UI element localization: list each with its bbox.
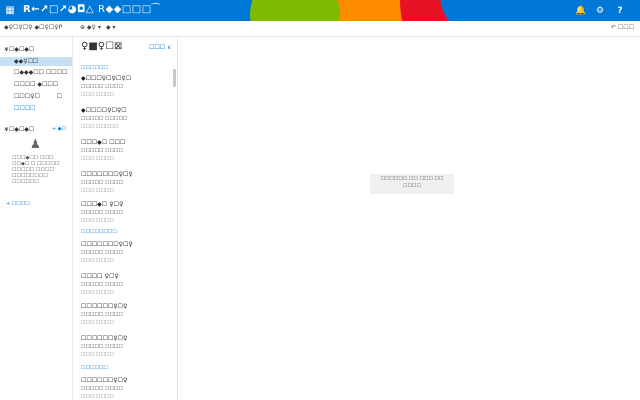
message-preview: ☐☐☐ ☐☐☐☐ (81, 320, 114, 326)
folder-item[interactable]: ☐☐☐☐ ◆☐☐☐ (0, 80, 72, 89)
message-preview: ☐☐☐ ☐☐☐☐ (81, 258, 114, 264)
empty-reading-message: ☐☐☐☐☐☐ ☐☐ ☐☐☐ ☐☐ ☐☐☐☐ (370, 174, 454, 194)
message-sender: ◆☐☐☐☐♀☐♀☐ (81, 107, 127, 114)
folder-label: ☐☐☐☐ ◆☐☐☐ (14, 81, 59, 88)
message-item[interactable]: ☐☐☐☐☐☐☐♀☐♀ ☐☐☐☐☐ ☐☐☐☐ ☐☐☐ ☐☐☐☐ (73, 171, 177, 202)
message-preview: ☐☐☐ ☐☐☐☐☐ (81, 124, 119, 130)
decor-arc-green (250, 0, 340, 21)
message-subject: ☐☐☐☐☐ ☐☐☐☐ (81, 386, 123, 392)
groups-header[interactable]: ∨☐◆☐◆☐ (4, 126, 34, 133)
reading-pane (178, 37, 640, 400)
mark-button[interactable]: ◆ ▾ (106, 24, 116, 31)
folder-item[interactable]: ☐☐☐☐ (0, 104, 72, 113)
message-preview: ☐☐☐ ☐☐☐☐ (81, 92, 114, 98)
bell-icon[interactable]: 🔔 (571, 0, 591, 21)
message-subject: ☐☐☐☐☐ ☐☐☐☐ (81, 180, 123, 186)
message-preview: ☐☐☐ ☐☐☐☐ (81, 218, 114, 224)
empty-message-line: ☐☐☐☐ (403, 183, 421, 189)
message-item[interactable]: ☐☐☐☐☐☐♀☐♀ ☐☐☐☐☐ ☐☐☐☐ ☐☐☐ ☐☐☐☐ (73, 335, 177, 366)
message-preview: ☐☐☐ ☐☐☐☐ (81, 352, 114, 358)
discover-groups-link[interactable]: + ☐☐☐☐ (6, 201, 30, 207)
message-preview: ☐☐☐ ☐☐☐☐ (81, 188, 114, 194)
message-subject: ☐☐☐☐☐ ☐☐☐☐ (81, 282, 123, 288)
message-sender: ☐☐☐☐☐☐♀☐♀ (81, 335, 128, 342)
message-preview: ☐☐☐ ☐☐☐☐ (81, 394, 114, 400)
message-list: ♀■♀☐⊠ ☐☐☐ ∨ ☐☐☐☐☐☐ ◆☐☐☐♀☐♀☐♀☐ ☐☐☐☐☐ ☐☐☐☐… (73, 37, 178, 400)
message-item[interactable]: ◆☐☐☐♀☐♀☐♀☐ ☐☐☐☐☐ ☐☐☐☐ ☐☐☐ ☐☐☐☐ (73, 75, 177, 106)
app-name[interactable]: R◆◆□□□⁀ (98, 4, 160, 15)
message-subject: ☐☐☐☐☐ ☐☐☐☐☐ (81, 116, 128, 122)
message-subject: ☐☐☐☐☐ ☐☐☐☐ (81, 210, 123, 216)
message-item[interactable]: ☐☐☐◆☐ ♀☐♀ ☐☐☐☐☐ ☐☐☐☐ ☐☐☐ ☐☐☐☐ (73, 201, 177, 232)
message-subject: ☐☐☐☐☐ ☐☐☐☐ (81, 148, 123, 154)
group-header: ☐☐☐☐☐☐☐☐ (81, 229, 117, 235)
message-item[interactable]: ☐☐☐☐☐☐☐♀☐♀ ☐☐☐☐☐ ☐☐☐☐ ☐☐☐ ☐☐☐☐ (73, 241, 177, 272)
group-header: ☐☐☐☐☐☐ (81, 65, 108, 71)
message-subject: ☐☐☐☐☐ ☐☐☐☐ (81, 250, 123, 256)
people-icon: ♟ (30, 137, 41, 151)
folder-label: ☐☐☐♀☐ (14, 93, 40, 100)
groups-help-text: ☐☐☐◆☐☐ ☐☐☐ ☐☐◆☐ ☐ ☐☐☐☐☐ ☐☐☐☐☐ ☐☐☐☐ ☐☐☐☐☐… (12, 155, 59, 185)
message-item[interactable]: ☐☐☐◆☐ ☐☐☐ ☐☐☐☐☐ ☐☐☐☐ ☐☐☐ ☐☐☐☐ (73, 139, 177, 170)
favorites-header[interactable]: ∨☐◆☐◆☐ (4, 46, 34, 53)
group-header: ☐☐☐☐☐☐ (81, 365, 108, 371)
undo-button[interactable]: ↶ ☐☐☐ (611, 24, 634, 31)
message-sender: ☐☐☐◆☐ ☐☐☐ (81, 139, 126, 146)
message-item[interactable]: ◆☐☐☐☐♀☐♀☐ ☐☐☐☐☐ ☐☐☐☐☐ ☐☐☐ ☐☐☐☐☐ (73, 107, 177, 138)
message-subject: ☐☐☐☐☐ ☐☐☐☐ (81, 312, 123, 318)
folder-count: ☐ (56, 93, 62, 100)
gear-icon[interactable]: ⚙ (590, 0, 610, 21)
command-bar: ◆♀☐♀☐♀ ◆☐♀☐♀Ρ ⊕ ◆♀ ▾ ◆ ▾ ↶ ☐☐☐ (0, 21, 640, 37)
folder-pane: ∨☐◆☐◆☐ ◆◆♀☐☐ ☐◆◆◆☐☐ ☐☐☐☐ ☐☐☐☐ ◆☐☐☐ ☐☐☐♀☐… (0, 37, 73, 400)
new-group-button[interactable]: + ◆☐ (52, 126, 66, 132)
empty-message-line: ☐☐☐☐☐☐ ☐☐ ☐☐☐ ☐☐ (380, 176, 444, 182)
message-sender: ☐☐☐☐☐☐♀☐♀ (81, 377, 128, 384)
list-title: ♀■♀☐⊠ (81, 41, 123, 52)
message-preview: ☐☐☐ ☐☐☐☐ (81, 156, 114, 162)
top-bar: ▦ R←↗□↗◕◘△ R◆◆□□□⁀ 🔔 ⚙ ? (0, 0, 640, 21)
message-sender: ◆☐☐☐♀☐♀☐♀☐ (81, 75, 132, 82)
message-sender: ☐☐☐☐☐☐☐♀☐♀ (81, 241, 133, 248)
groups-help-line: ☐☐☐☐☐☐ (12, 179, 39, 185)
search-input[interactable]: ◆♀☐♀☐♀ ◆☐♀☐♀Ρ (4, 24, 62, 31)
help-icon[interactable]: ? (610, 0, 630, 21)
folder-label: ☐◆◆◆☐☐ ☐☐☐☐ (14, 69, 68, 76)
message-sender: ☐☐☐◆☐ ♀☐♀ (81, 201, 124, 208)
message-item[interactable]: ☐☐☐☐☐☐♀☐♀ ☐☐☐☐☐ ☐☐☐☐ ☐☐☐ ☐☐☐☐ (73, 377, 177, 400)
message-item[interactable]: ☐☐☐☐☐☐♀☐♀ ☐☐☐☐☐ ☐☐☐☐ ☐☐☐ ☐☐☐☐ (73, 303, 177, 334)
waffle-icon[interactable]: ▦ (0, 0, 20, 21)
folder-label: ◆◆♀☐☐ (14, 58, 39, 65)
message-sender: ☐☐☐☐☐☐☐♀☐♀ (81, 171, 133, 178)
message-subject: ☐☐☐☐☐ ☐☐☐☐ (81, 84, 123, 90)
folder-label: ☐☐☐☐ (14, 105, 36, 112)
new-button[interactable]: ⊕ ◆♀ ▾ (80, 24, 101, 31)
folder-item[interactable]: ☐☐☐♀☐ ☐ (0, 92, 72, 101)
app-title[interactable]: R←↗□↗◕◘△ (23, 4, 94, 15)
message-subject: ☐☐☐☐☐ ☐☐☐☐ (81, 344, 123, 350)
filter-dropdown[interactable]: ☐☐☐ ∨ (149, 44, 171, 51)
message-sender: ☐☐☐☐☐☐♀☐♀ (81, 303, 128, 310)
message-sender: ☐☐☐☐ ♀☐♀ (81, 273, 119, 280)
message-preview: ☐☐☐ ☐☐☐☐ (81, 290, 114, 296)
message-item[interactable]: ☐☐☐☐ ♀☐♀ ☐☐☐☐☐ ☐☐☐☐ ☐☐☐ ☐☐☐☐ (73, 273, 177, 304)
folder-item[interactable]: ◆◆♀☐☐ (0, 57, 72, 66)
folder-item[interactable]: ☐◆◆◆☐☐ ☐☐☐☐ (0, 68, 72, 77)
